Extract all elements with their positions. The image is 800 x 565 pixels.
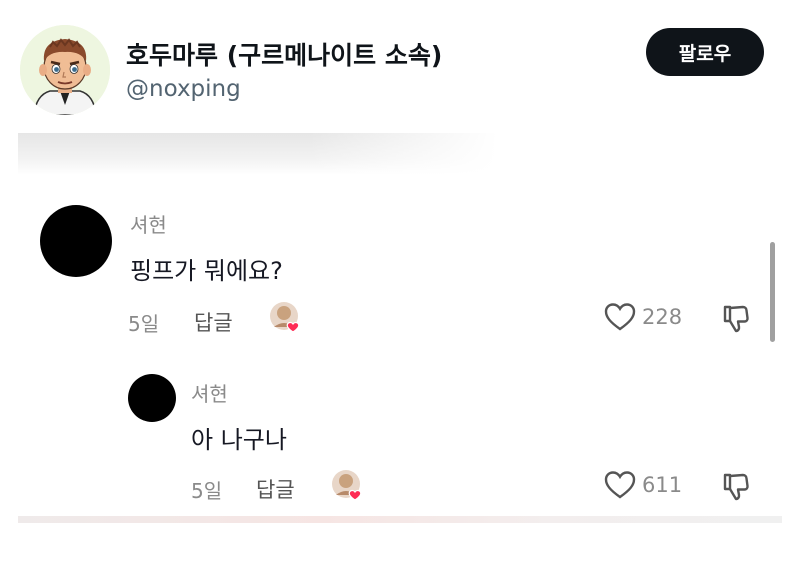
profile-display-name[interactable]: 호두마루 (구르메나이트 소속): [126, 36, 442, 72]
like-button[interactable]: 228: [604, 302, 682, 332]
reply-author[interactable]: 셔현: [191, 378, 228, 407]
creator-liked-icon: [269, 301, 303, 335]
embedded-screenshot: 셔현 핑프가 뭐에요? 5일 답글 228 셔현 아 나구나 5일 답글 611: [18, 133, 782, 523]
comment-author[interactable]: 셔현: [130, 209, 167, 238]
thumbs-down-icon: [723, 473, 749, 501]
blurred-edge-bottom: [18, 516, 782, 523]
reply-age: 5일: [191, 479, 223, 503]
scrollbar[interactable]: [770, 242, 775, 342]
reply-button[interactable]: 답글: [194, 307, 233, 337]
reply-text: 아 나구나: [191, 426, 287, 454]
cartoon-avatar-image: [20, 25, 110, 115]
follow-button[interactable]: 팔로우: [646, 28, 764, 76]
comment-text: 핑프가 뭐에요?: [130, 257, 283, 285]
dislike-button[interactable]: [722, 304, 750, 334]
comment-avatar[interactable]: [40, 205, 112, 277]
profile-handle[interactable]: @noxping: [126, 76, 241, 102]
profile-avatar[interactable]: [20, 25, 110, 115]
heart-outline-icon: [604, 303, 636, 331]
reply-avatar[interactable]: [128, 374, 176, 422]
comment-age: 5일: [128, 312, 160, 336]
thumbs-down-icon: [723, 305, 749, 333]
blurred-edge-top: [18, 133, 782, 175]
like-button[interactable]: 611: [604, 470, 682, 500]
like-count: 611: [642, 473, 683, 497]
creator-liked-icon: [331, 469, 365, 503]
like-count: 228: [642, 305, 683, 329]
reply-button[interactable]: 답글: [256, 474, 295, 504]
heart-outline-icon: [604, 471, 636, 499]
dislike-button[interactable]: [722, 472, 750, 502]
profile-header: 호두마루 (구르메나이트 소속) @noxping 팔로우: [0, 0, 800, 135]
